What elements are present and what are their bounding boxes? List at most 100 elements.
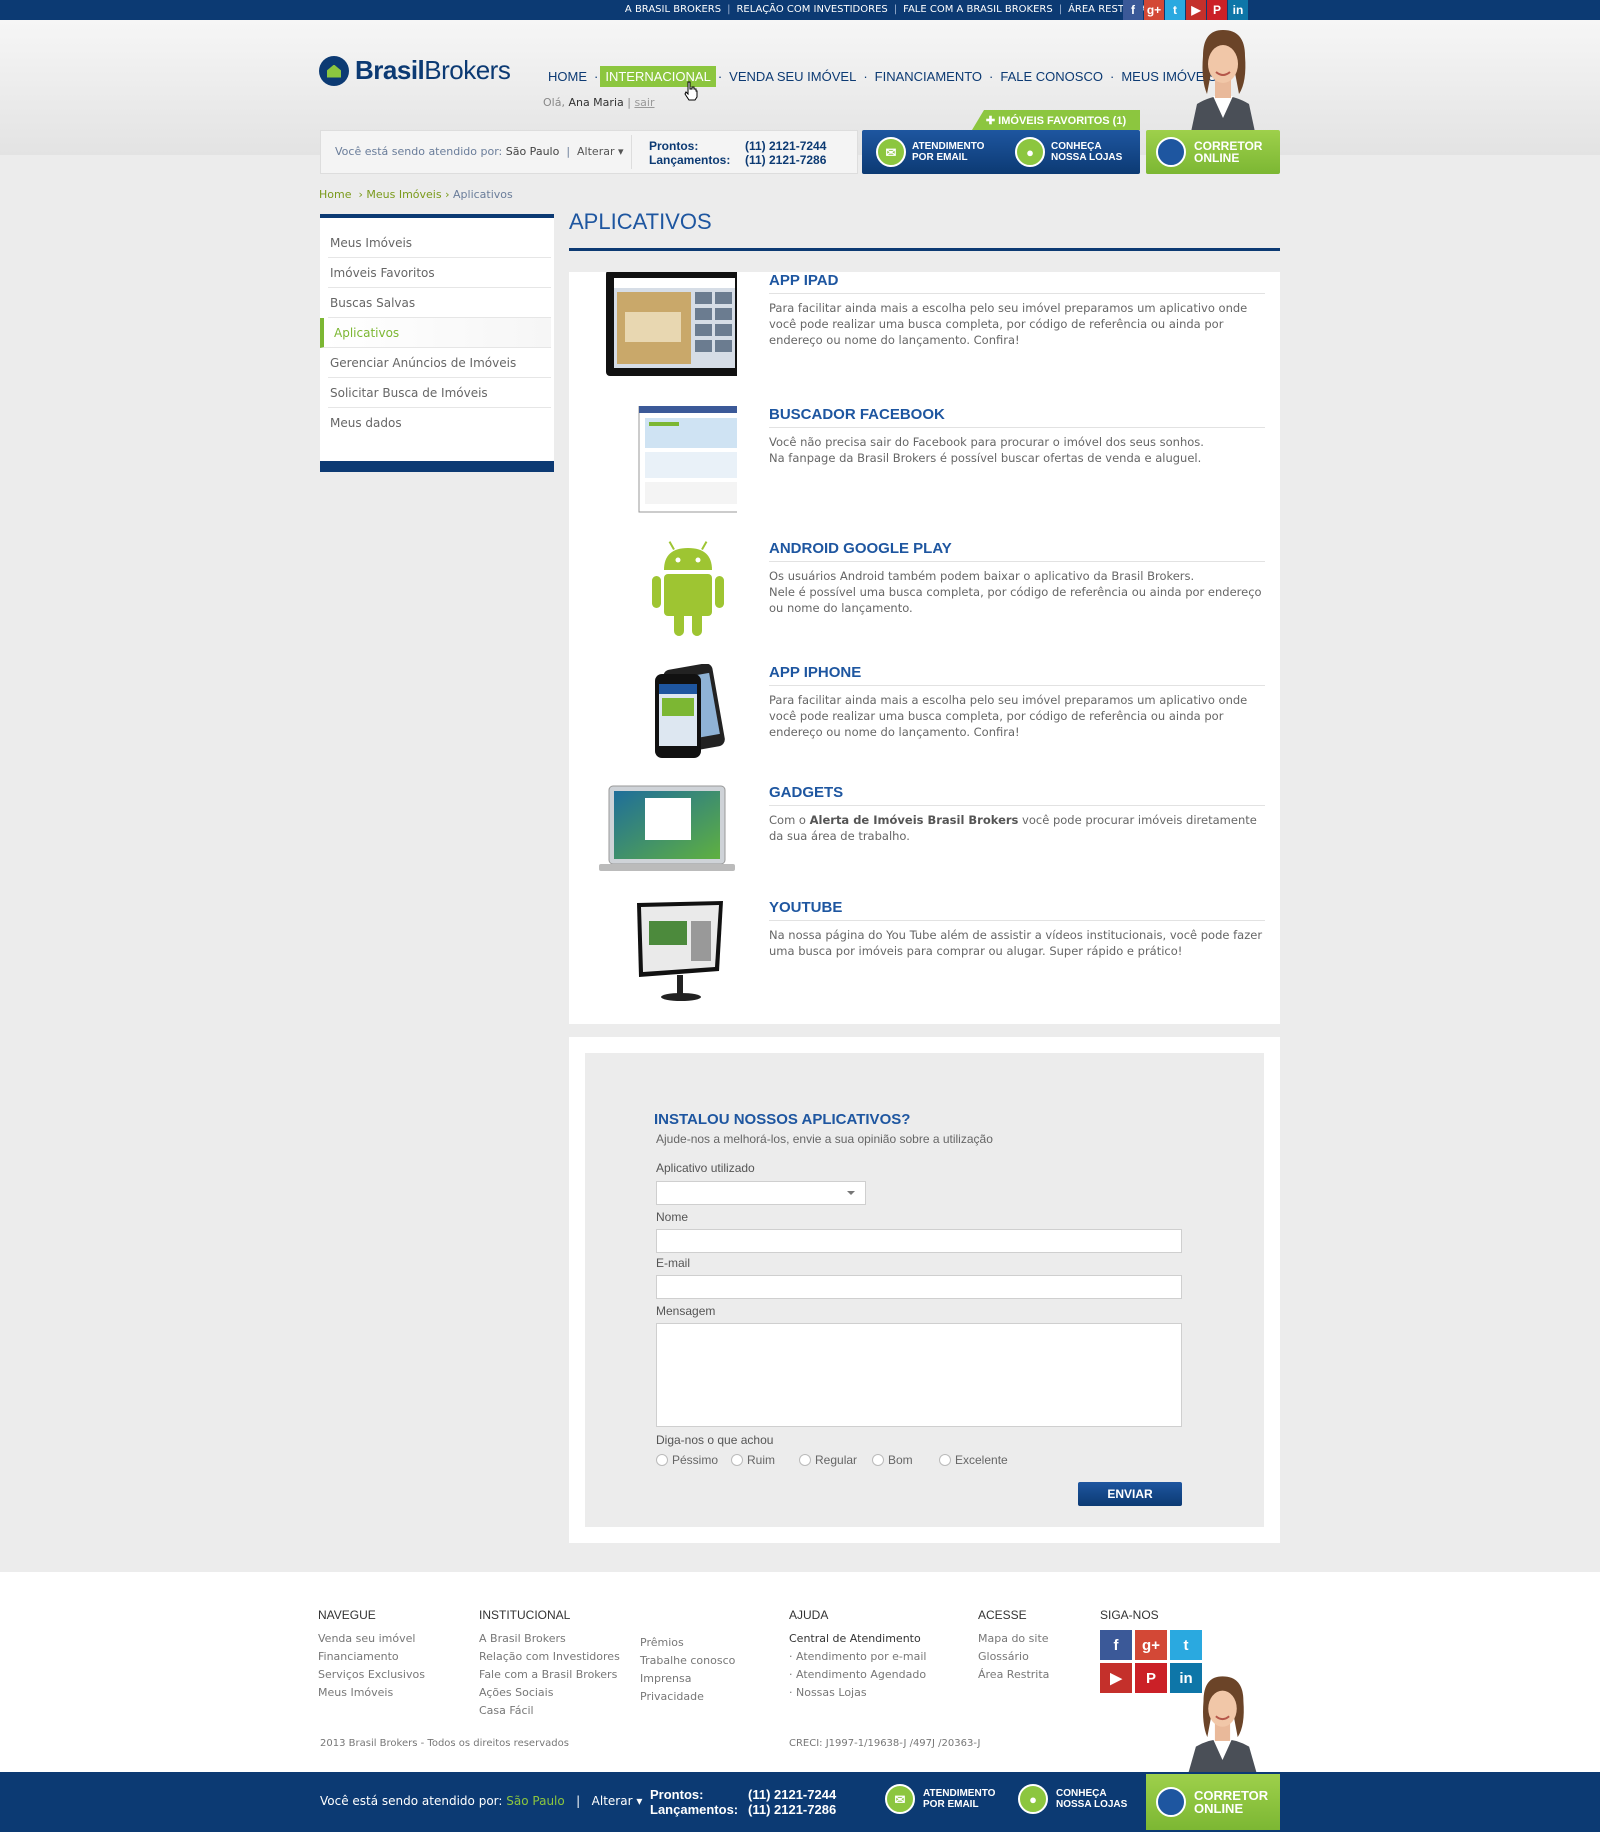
nav-internacional[interactable]: INTERNACIONAL [600,66,716,87]
online-broker-button[interactable]: CORRETOR ONLINE [1146,1774,1280,1830]
footer-link[interactable]: Prêmios [640,1634,735,1652]
lancamentos-label: Lançamentos: [649,153,731,167]
favorites-tab[interactable]: ✚ IMÓVEIS FAVORITOS (1) [972,110,1140,130]
stores-button[interactable]: ● CONHEÇA NOSSA LOJAS [1018,1784,1127,1814]
top-link-brasil-brokers[interactable]: A BRASIL BROKERS [625,4,721,15]
footer-link[interactable]: · Nossas Lojas [789,1684,926,1702]
sidebar-item-buscas-salvas[interactable]: Buscas Salvas [328,288,551,318]
app-title[interactable]: YOUTUBE [769,899,1265,921]
youtube-monitor-thumbnail[interactable] [597,899,737,1009]
lancamentos-phone: (11) 2121-7286 [745,153,827,167]
email-support-button[interactable]: ✉ ATENDIMENTO POR EMAIL [885,1784,995,1814]
iphone-thumbnail[interactable] [597,664,737,764]
pinterest-icon[interactable]: P [1207,0,1227,20]
logout-link[interactable]: sair [634,96,654,109]
footer-link[interactable]: Venda seu imóvel [318,1630,425,1648]
app-title[interactable]: ANDROID GOOGLE PLAY [769,540,1265,562]
envelope-icon: ✉ [885,1784,915,1814]
app-title[interactable]: APP IPAD [769,272,1265,294]
app-title[interactable]: APP IPHONE [769,664,1265,686]
nav-financiamento[interactable]: FINANCIAMENTO [870,66,987,87]
footer-link[interactable]: · Atendimento Agendado [789,1666,926,1684]
android-icon[interactable] [597,540,737,650]
sidebar-item-solicitar-busca[interactable]: Solicitar Busca de Imóveis [328,378,551,408]
stores-button[interactable]: ● CONHEÇA NOSSA LOJAS [1001,130,1140,174]
footer-link[interactable]: Fale com a Brasil Brokers [479,1666,620,1684]
ipad-thumbnail[interactable] [597,272,737,382]
pinterest-icon[interactable]: P [1135,1663,1167,1693]
facebook-icon[interactable]: f [1100,1630,1132,1660]
nav-home[interactable]: HOME [543,66,592,87]
twitter-icon[interactable]: t [1165,0,1185,20]
rating-regular[interactable]: Regular [799,1453,872,1467]
footer-link[interactable]: Meus Imóveis [318,1684,425,1702]
footer-link[interactable]: · Atendimento por e-mail [789,1648,926,1666]
attended-city: São Paulo [506,1794,565,1808]
sidebar-item-favoritos[interactable]: Imóveis Favoritos [328,258,551,288]
nav-venda-seu-imovel[interactable]: VENDA SEU IMÓVEL [724,66,861,87]
footer-link[interactable]: Casa Fácil [479,1702,620,1720]
footer-link[interactable]: Mapa do site [978,1630,1049,1648]
rating-ruim[interactable]: Ruim [731,1453,799,1467]
top-link-fale[interactable]: FALE COM A BRASIL BROKERS [903,4,1053,15]
message-textarea[interactable] [656,1323,1182,1427]
copyright: 2013 Brasil Brokers - Todos os direitos … [320,1738,569,1749]
change-city-dropdown[interactable]: Alterar ▾ [592,1794,643,1808]
facebook-search-thumbnail[interactable] [597,406,737,516]
sidebar-item-gerenciar-anuncios[interactable]: Gerenciar Anúncios de Imóveis [328,348,551,378]
breadcrumb-home[interactable]: Home [319,188,351,201]
app-title[interactable]: BUSCADOR FACEBOOK [769,406,1265,428]
googleplus-icon[interactable]: g+ [1144,0,1164,20]
breadcrumb: Home › Meus Imóveis › Aplicativos [319,188,513,201]
sidebar-item-aplicativos[interactable]: Aplicativos [320,318,551,348]
footer-link[interactable]: Financiamento [318,1648,425,1666]
page-title: APLICATIVOS [569,209,712,234]
rating-bom[interactable]: Bom [872,1453,939,1467]
footer-link[interactable]: Ações Sociais [479,1684,620,1702]
rating-options: Péssimo Ruim Regular Bom Excelente [656,1453,1008,1467]
linkedin-icon[interactable]: in [1228,0,1248,20]
laptop-thumbnail[interactable] [597,784,737,884]
phone-numbers: Prontos: Lançamentos: (11) 2121-7244 (11… [650,1787,836,1817]
footer-link[interactable]: Área Restrita [978,1666,1049,1684]
footer-heading: NAVEGUE [318,1608,376,1622]
email-field[interactable] [656,1275,1182,1299]
sidebar-item-meus-imoveis[interactable]: Meus Imóveis [328,228,551,258]
form-subtitle: Ajude-nos a melhorá-los, envie a sua opi… [656,1132,993,1146]
footer-link[interactable]: Imprensa [640,1670,735,1688]
online-broker-button[interactable]: CORRETOR ONLINE [1146,130,1280,174]
twitter-icon[interactable]: t [1170,1630,1202,1660]
app-used-label: Aplicativo utilizado [656,1161,755,1175]
prontos-phone: (11) 2121-7244 [748,1787,837,1802]
app-description: Para facilitar ainda mais a escolha pelo… [769,693,1248,739]
footer-link[interactable]: Central de Atendimento [789,1630,926,1648]
sidebar-item-meus-dados[interactable]: Meus dados [328,408,551,438]
rating-pessimo[interactable]: Péssimo [656,1453,731,1467]
change-city-dropdown[interactable]: Alterar ▾ [577,145,623,158]
footer-link[interactable]: Privacidade [640,1688,735,1706]
youtube-icon[interactable]: ▶ [1100,1663,1132,1693]
rating-label: Diga-nos o que achou [656,1433,774,1447]
name-field[interactable] [656,1229,1182,1253]
radio-icon [939,1454,951,1466]
footer-link[interactable]: Glossário [978,1648,1049,1666]
footer-link[interactable]: A Brasil Brokers [479,1630,620,1648]
attended-by-label: Você está sendo atendido por: [320,1794,503,1808]
app-used-select[interactable] [656,1181,866,1205]
logo[interactable]: BrasilBrokers [319,55,511,86]
nav-fale-conosco[interactable]: FALE CONOSCO [995,66,1108,87]
email-support-button[interactable]: ✉ ATENDIMENTO POR EMAIL [862,130,1001,174]
footer-link[interactable]: Trabalhe conosco [640,1652,735,1670]
facebook-icon[interactable]: f [1123,0,1143,20]
breadcrumb-meus-imoveis[interactable]: Meus Imóveis [366,188,441,201]
top-link-investidores[interactable]: RELAÇÃO COM INVESTIDORES [736,4,887,15]
app-title[interactable]: GADGETS [769,784,1265,806]
submit-button[interactable]: ENVIAR [1078,1482,1182,1506]
googleplus-icon[interactable]: g+ [1135,1630,1167,1660]
footer-link[interactable]: Serviços Exclusivos [318,1666,425,1684]
rating-excelente[interactable]: Excelente [939,1453,1008,1467]
footer-link[interactable]: Relação com Investidores [479,1648,620,1666]
youtube-icon[interactable]: ▶ [1186,0,1206,20]
top-bar: A BRASIL BROKERS | RELAÇÃO COM INVESTIDOR… [0,0,1600,20]
footer-institucional: INSTITUCIONAL A Brasil Brokers Relação c… [479,1608,620,1720]
